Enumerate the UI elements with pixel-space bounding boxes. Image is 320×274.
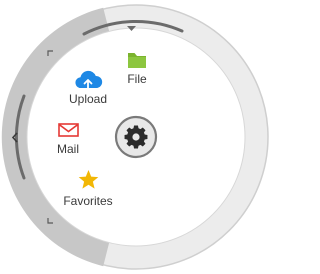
menu-item-mail-label: Mail (57, 142, 79, 156)
menu-item-file-label: File (127, 72, 147, 86)
gear-icon (124, 125, 148, 149)
radial-menu: File Upload Mail Favorites (1, 4, 269, 270)
envelope-icon (58, 123, 79, 137)
menu-item-favorites-label: Favorites (63, 194, 112, 208)
menu-item-upload-label: Upload (69, 92, 107, 106)
center-settings-button[interactable] (114, 115, 158, 159)
